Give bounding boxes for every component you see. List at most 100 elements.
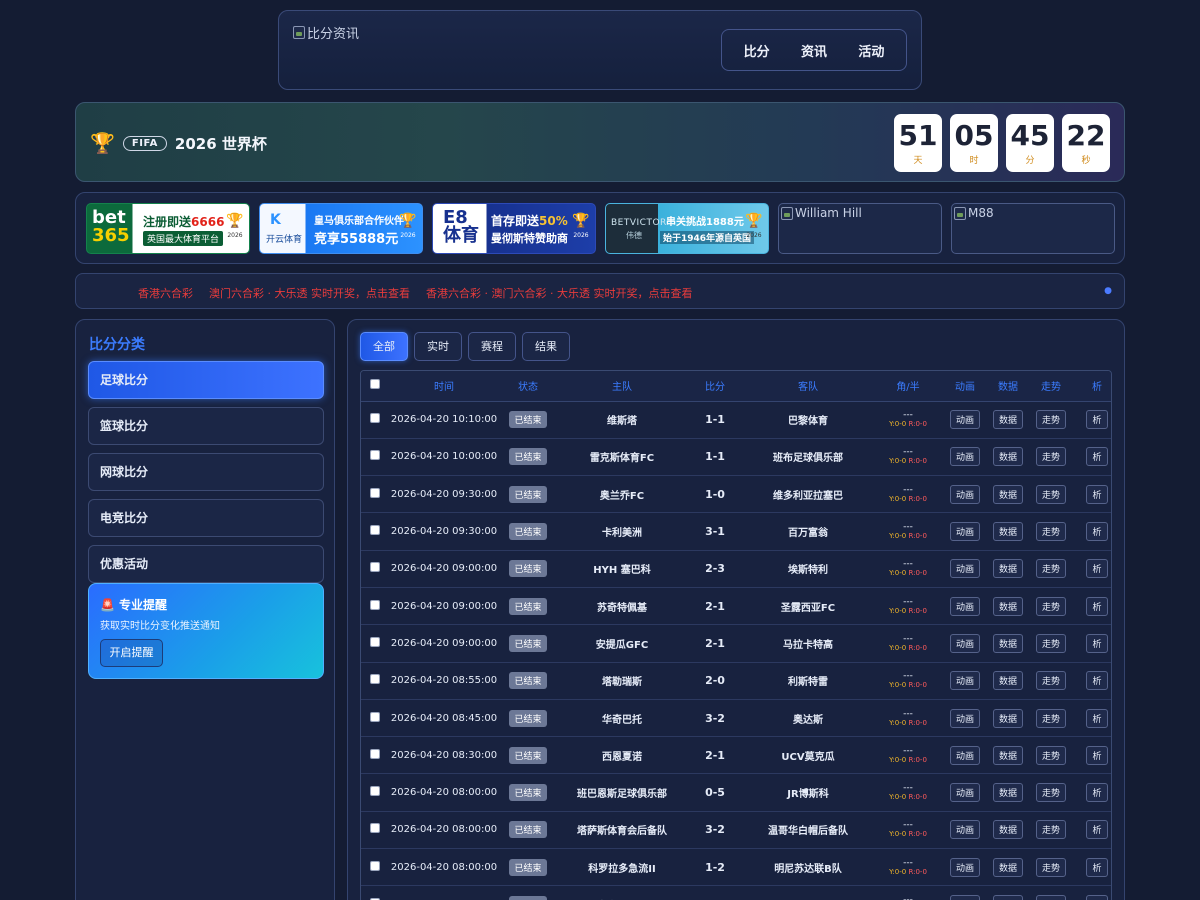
trend-button[interactable]: 走势: [1035, 633, 1066, 653]
sidebar-item-tennis[interactable]: 网球比分: [88, 453, 324, 491]
table-row[interactable]: 2026-04-20 08:45:00 已结束 华奇巴托 3-2 奥达斯 ---…: [361, 699, 1111, 738]
row-checkbox[interactable]: [370, 674, 380, 685]
data-button[interactable]: 数据: [992, 857, 1023, 877]
away-team[interactable]: 温哥华白帽后备队: [743, 811, 873, 850]
away-team[interactable]: 奥达斯: [743, 699, 873, 738]
analysis-button[interactable]: 析: [1086, 820, 1108, 840]
home-team[interactable]: 苏奇特佩基: [557, 587, 687, 626]
ad-e8[interactable]: E8 体育 首存即送50% 曼彻斯特赞助商 🏆 2026: [432, 203, 596, 254]
trend-button[interactable]: 走势: [1035, 783, 1066, 803]
enable-alerts-button[interactable]: 开启提醒: [100, 639, 163, 667]
row-checkbox[interactable]: [370, 562, 380, 573]
animation-button[interactable]: 动画: [949, 410, 980, 430]
data-button[interactable]: 数据: [992, 783, 1023, 803]
away-team[interactable]: 班布足球俱乐部: [743, 438, 873, 477]
animation-button[interactable]: 动画: [949, 820, 980, 840]
analysis-button[interactable]: 析: [1086, 596, 1108, 616]
table-row[interactable]: 2026-04-20 08:00:00 已结束 班巴恩斯足球俱乐部 0-5 JR…: [361, 773, 1111, 812]
analysis-button[interactable]: 析: [1086, 857, 1108, 877]
table-row[interactable]: 2026-04-20 09:00:00 已结束 HYH 塞巴科 2-3 埃斯特利…: [361, 550, 1111, 588]
away-team[interactable]: 百万富翁: [743, 512, 873, 551]
trend-button[interactable]: 走势: [1035, 559, 1066, 579]
analysis-button[interactable]: 析: [1086, 559, 1108, 579]
animation-button[interactable]: 动画: [949, 596, 980, 616]
animation-button[interactable]: 动画: [949, 484, 980, 504]
table-row[interactable]: 2026-04-20 08:00:00 已结束 皇家科亚里 2-0 SV哨失 -…: [361, 885, 1111, 900]
table-row[interactable]: 2026-04-20 08:55:00 已结束 塔勒瑞斯 2-0 利斯特雷 --…: [361, 662, 1111, 700]
data-button[interactable]: 数据: [992, 522, 1023, 542]
away-team[interactable]: UCV莫克瓜: [743, 736, 873, 775]
ad-betvictor[interactable]: BETVICTOR 伟德 串关挑战1888元 始于1946年源自英国 🏆 2026: [605, 203, 769, 254]
away-team[interactable]: 马拉卡特高: [743, 624, 873, 663]
row-checkbox[interactable]: [370, 525, 380, 536]
tab-schedule[interactable]: 赛程: [468, 332, 516, 361]
animation-button[interactable]: 动画: [949, 783, 980, 803]
trend-button[interactable]: 走势: [1035, 410, 1066, 430]
trend-button[interactable]: 走势: [1035, 857, 1066, 877]
data-button[interactable]: 数据: [992, 820, 1023, 840]
table-row[interactable]: 2026-04-20 10:00:00 已结束 雷克斯体育FC 1-1 班布足球…: [361, 438, 1111, 477]
tab-results[interactable]: 结果: [522, 332, 570, 361]
ad-bet365[interactable]: bet 365 注册即送6666 英国最大体育平台 🏆 2026: [86, 203, 250, 254]
animation-button[interactable]: 动画: [949, 745, 980, 765]
animation-button[interactable]: 动画: [949, 671, 980, 691]
analysis-button[interactable]: 析: [1086, 671, 1108, 691]
tab-live[interactable]: 实时: [414, 332, 462, 361]
analysis-button[interactable]: 析: [1086, 783, 1108, 803]
row-checkbox[interactable]: [370, 786, 380, 797]
away-team[interactable]: 圣露西亚FC: [743, 587, 873, 626]
analysis-button[interactable]: 析: [1086, 410, 1108, 430]
animation-button[interactable]: 动画: [949, 857, 980, 877]
animation-button[interactable]: 动画: [949, 522, 980, 542]
home-team[interactable]: 塔勒瑞斯: [557, 662, 687, 700]
away-team[interactable]: SV哨失: [743, 885, 873, 900]
row-checkbox[interactable]: [370, 823, 380, 834]
row-checkbox[interactable]: [370, 599, 380, 610]
ad-kaiyun[interactable]: K 开云体育 皇马俱乐部合作伙伴 竞享55888元 🏆 2026: [259, 203, 423, 254]
home-team[interactable]: 奥兰乔FC: [557, 475, 687, 514]
select-all-checkbox[interactable]: [370, 379, 380, 390]
table-row[interactable]: 2026-04-20 08:00:00 已结束 科罗拉多急流II 1-2 明尼苏…: [361, 848, 1111, 887]
analysis-button[interactable]: 析: [1086, 447, 1108, 467]
data-button[interactable]: 数据: [992, 745, 1023, 765]
ad-m88[interactable]: M88: [951, 203, 1115, 254]
announcement-marquee[interactable]: 香港六合彩 澳门六合彩 · 大乐透 实时开奖，点击查看 香港六合彩 · 澳门六合彩 …: [75, 273, 1125, 309]
away-team[interactable]: 明尼苏达联B队: [743, 848, 873, 887]
away-team[interactable]: 利斯特雷: [743, 662, 873, 700]
animation-button[interactable]: 动画: [949, 559, 980, 579]
data-button[interactable]: 数据: [992, 895, 1023, 900]
data-button[interactable]: 数据: [992, 559, 1023, 579]
animation-button[interactable]: 动画: [949, 633, 980, 653]
home-team[interactable]: 科罗拉多急流II: [557, 848, 687, 887]
home-team[interactable]: HYH 塞巴科: [557, 550, 687, 588]
trend-button[interactable]: 走势: [1035, 596, 1066, 616]
table-row[interactable]: 2026-04-20 10:10:00 已结束 维斯塔 1-1 巴黎体育 ---…: [361, 401, 1111, 439]
nav-news[interactable]: 资讯: [801, 41, 827, 60]
analysis-button[interactable]: 析: [1086, 633, 1108, 653]
data-button[interactable]: 数据: [992, 447, 1023, 467]
row-checkbox[interactable]: [370, 487, 380, 498]
home-team[interactable]: 班巴恩斯足球俱乐部: [557, 773, 687, 812]
analysis-button[interactable]: 析: [1086, 895, 1108, 900]
trend-button[interactable]: 走势: [1035, 820, 1066, 840]
nav-events[interactable]: 活动: [858, 41, 884, 60]
home-team[interactable]: 卡利美洲: [557, 512, 687, 551]
sidebar-item-esports[interactable]: 电竞比分: [88, 499, 324, 537]
away-team[interactable]: 巴黎体育: [743, 401, 873, 439]
animation-button[interactable]: 动画: [949, 708, 980, 728]
ad-william-hill[interactable]: William Hill: [778, 203, 942, 254]
nav-scores[interactable]: 比分: [744, 41, 770, 60]
home-team[interactable]: 皇家科亚里: [557, 885, 687, 900]
home-team[interactable]: 华奇巴托: [557, 699, 687, 738]
away-team[interactable]: 埃斯特利: [743, 550, 873, 588]
row-checkbox[interactable]: [370, 860, 380, 871]
trend-button[interactable]: 走势: [1035, 895, 1066, 900]
row-checkbox[interactable]: [370, 748, 380, 759]
tab-all[interactable]: 全部: [360, 332, 408, 361]
home-team[interactable]: 塔萨斯体育会后备队: [557, 811, 687, 850]
analysis-button[interactable]: 析: [1086, 745, 1108, 765]
animation-button[interactable]: 动画: [949, 447, 980, 467]
data-button[interactable]: 数据: [992, 633, 1023, 653]
data-button[interactable]: 数据: [992, 410, 1023, 430]
home-team[interactable]: 维斯塔: [557, 401, 687, 439]
